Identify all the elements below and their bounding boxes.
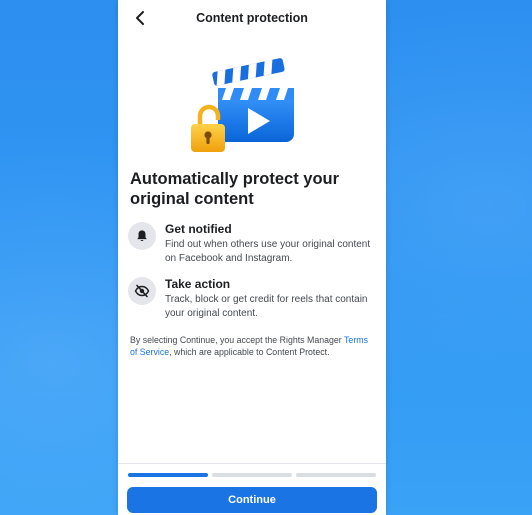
progress-segment	[128, 473, 208, 477]
continue-button[interactable]: Continue	[127, 487, 377, 513]
eye-slash-icon	[128, 277, 156, 305]
legal-text-after: , which are applicable to Content Protec…	[169, 347, 330, 357]
phone-screen: Content protection Automatically protect…	[118, 0, 386, 515]
divider	[118, 463, 386, 464]
progress-indicator	[128, 473, 376, 477]
progress-segment	[296, 473, 376, 477]
feature-description: Find out when others use your original c…	[165, 239, 371, 264]
bell-icon	[128, 222, 156, 250]
header: Content protection	[118, 0, 386, 36]
feature-description: Track, block or get credit for reels tha…	[165, 294, 368, 319]
headline: Automatically protect your original cont…	[130, 170, 340, 208]
feature-title: Take action	[165, 277, 231, 291]
progress-segment	[212, 473, 292, 477]
clapperboard-lock-illustration	[191, 58, 294, 152]
page-title: Content protection	[196, 11, 308, 25]
legal-text: By selecting Continue, you accept the Ri…	[130, 334, 370, 358]
feature-title: Get notified	[165, 222, 232, 236]
legal-text-before: By selecting Continue, you accept the Ri…	[130, 335, 345, 345]
